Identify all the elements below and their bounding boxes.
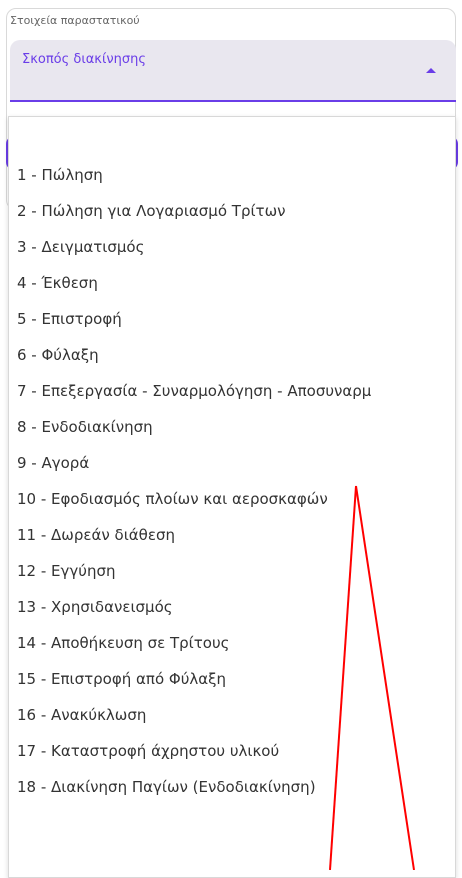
card-title: Στοιχεία παραστατικού bbox=[10, 14, 140, 27]
option-item[interactable]: 15 - Επιστροφή από Φύλαξη bbox=[9, 661, 455, 697]
movement-purpose-select[interactable]: Σκοπός διακίνησης bbox=[10, 40, 456, 102]
option-item[interactable]: 17 - Καταστροφή άχρηστου υλικού bbox=[9, 733, 455, 769]
options-dropdown[interactable]: 1 - Πώληση 2 - Πώληση για Λογαριασμό Τρί… bbox=[8, 116, 456, 878]
option-item[interactable]: 4 - Έκθεση bbox=[9, 265, 455, 301]
option-item[interactable]: 7 - Επεξεργασία - Συναρμολόγηση - Αποσυν… bbox=[9, 373, 455, 409]
option-item[interactable]: 14 - Αποθήκευση σε Τρίτους bbox=[9, 625, 455, 661]
select-label: Σκοπός διακίνησης bbox=[22, 52, 146, 67]
caret-up-icon[interactable] bbox=[426, 68, 436, 73]
option-item[interactable]: 11 - Δωρεάν διάθεση bbox=[9, 517, 455, 553]
options-list: 1 - Πώληση 2 - Πώληση για Λογαριασμό Τρί… bbox=[9, 157, 455, 805]
option-item[interactable]: 10 - Εφοδιασμός πλοίων και αεροσκαφών bbox=[9, 481, 455, 517]
option-item[interactable]: 6 - Φύλαξη bbox=[9, 337, 455, 373]
option-item[interactable]: 12 - Εγγύηση bbox=[9, 553, 455, 589]
option-item[interactable]: 9 - Αγορά bbox=[9, 445, 455, 481]
option-item[interactable]: 5 - Επιστροφή bbox=[9, 301, 455, 337]
option-item[interactable]: 13 - Χρησιδανεισμός bbox=[9, 589, 455, 625]
option-item[interactable]: 3 - Δειγματισμός bbox=[9, 229, 455, 265]
option-item[interactable]: 2 - Πώληση για Λογαριασμό Τρίτων bbox=[9, 193, 455, 229]
option-item[interactable]: 18 - Διακίνηση Παγίων (Ενδοδιακίνηση) bbox=[9, 769, 455, 805]
option-item[interactable]: 1 - Πώληση bbox=[9, 157, 455, 193]
option-item[interactable]: 8 - Ενδοδιακίνηση bbox=[9, 409, 455, 445]
option-item[interactable]: 16 - Ανακύκλωση bbox=[9, 697, 455, 733]
